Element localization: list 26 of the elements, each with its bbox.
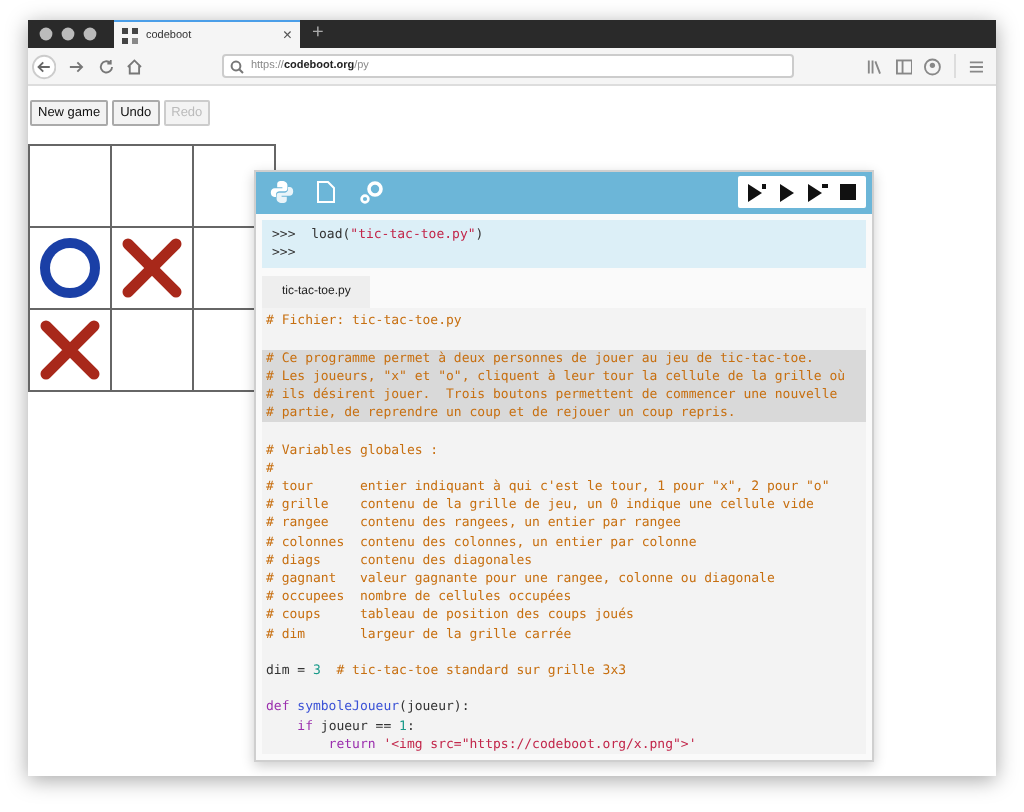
x-mark-icon [38, 318, 102, 382]
x-mark-icon [120, 236, 184, 300]
tab-close-button[interactable]: × [282, 27, 292, 43]
new-tab-button[interactable]: + [312, 24, 324, 44]
board-cell[interactable] [30, 146, 112, 228]
sidebar-icon[interactable] [895, 57, 913, 75]
account-icon[interactable] [924, 57, 942, 75]
search-icon [230, 59, 245, 73]
play-icon[interactable] [780, 183, 796, 202]
library-icon[interactable] [866, 57, 884, 75]
board-cell[interactable] [112, 228, 194, 310]
board-cell[interactable] [112, 146, 194, 228]
code-editor[interactable] [262, 308, 866, 754]
fast-forward-icon[interactable] [808, 183, 828, 202]
forward-icon[interactable] [68, 57, 86, 75]
back-icon[interactable] [32, 53, 57, 79]
board-cell[interactable] [30, 310, 112, 392]
board-cell[interactable] [30, 228, 112, 310]
menu-icon[interactable] [967, 57, 984, 75]
stop-icon[interactable] [840, 184, 856, 201]
reload-icon[interactable] [97, 57, 115, 75]
favicon-icon [122, 27, 138, 43]
board-cell[interactable] [112, 310, 194, 392]
home-icon[interactable] [126, 57, 143, 75]
step-icon[interactable] [748, 183, 768, 202]
o-mark-icon [38, 236, 102, 300]
